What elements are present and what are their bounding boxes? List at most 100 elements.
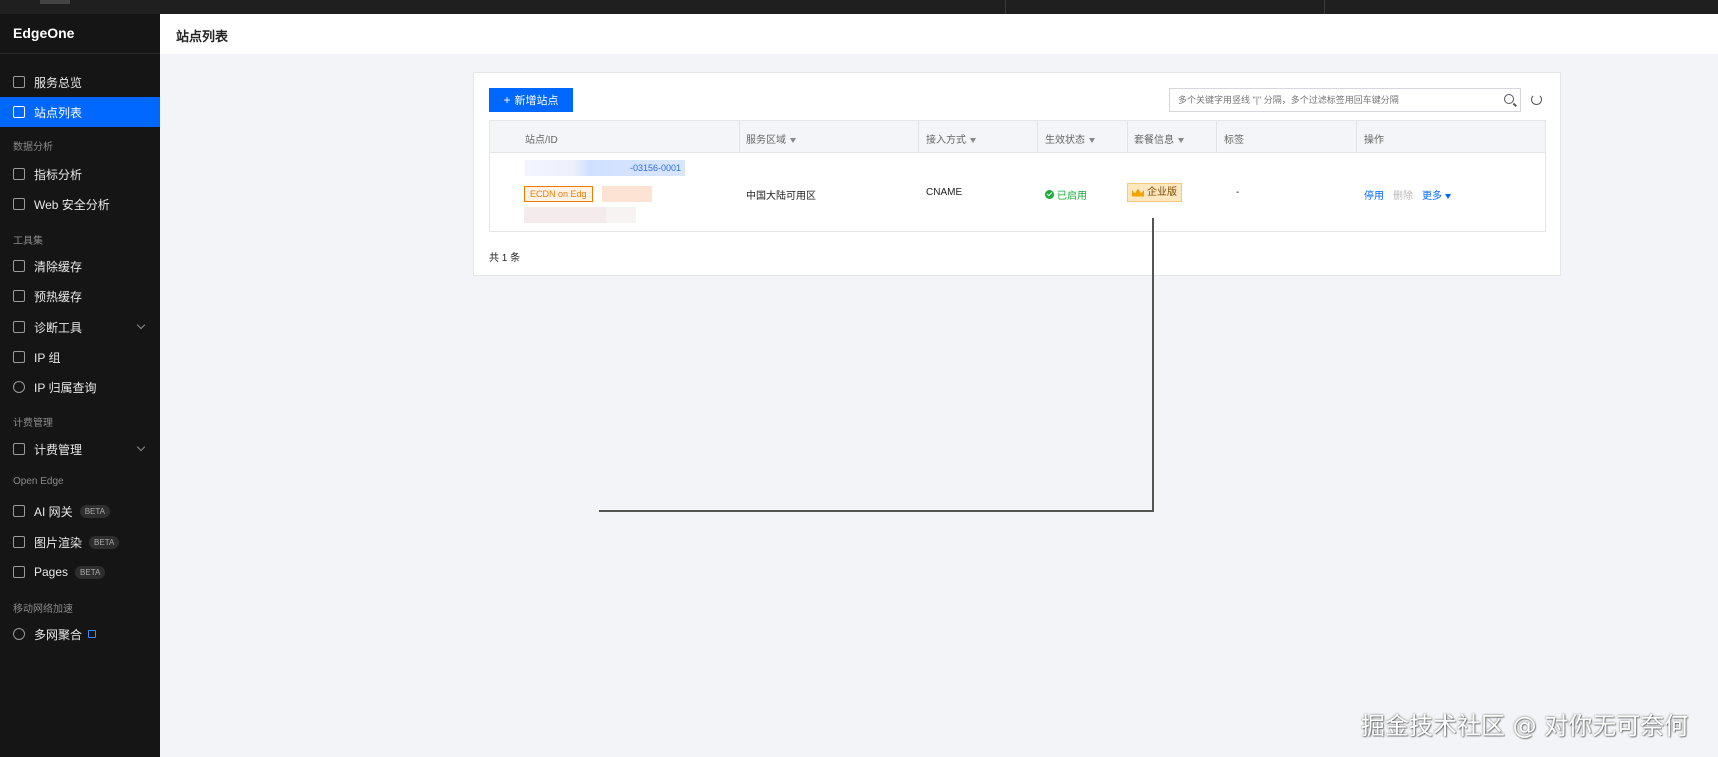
search-icon <box>13 381 25 393</box>
site-list-card: + 新增站点 站点/ID 服务区域 接入方式 生效状态 套餐信息 标签 操作 -… <box>473 72 1561 276</box>
top-divider <box>1005 0 1006 14</box>
site-id-link[interactable]: -03156-0001 <box>630 163 681 173</box>
page-header: 站点列表 <box>160 14 1718 54</box>
beta-badge: BETA <box>79 504 110 518</box>
status-badge: 已启用 <box>1045 187 1087 202</box>
chevron-down-icon <box>136 442 146 452</box>
sidebar-item-pages[interactable]: Pages BETA <box>0 557 160 587</box>
prefetch-icon <box>13 290 25 302</box>
column-divider <box>1356 121 1357 153</box>
sidebar-item-label: Pages <box>34 565 69 579</box>
sidebar-item-image-render[interactable]: 图片渲染 BETA <box>0 527 160 557</box>
sidebar-item-label: 服务总览 <box>34 75 83 90</box>
diagnose-icon <box>13 321 25 333</box>
top-tab[interactable] <box>40 0 70 4</box>
sidebar-item-web-security[interactable]: Web 安全分析 <box>0 189 160 219</box>
group-label-billing: 计费管理 <box>13 418 53 429</box>
sidebar-item-label: 图片渲染 <box>34 535 83 550</box>
beta-badge: BETA <box>75 565 106 579</box>
sidebar-item-metrics[interactable]: 指标分析 <box>0 159 160 189</box>
column-header-label: 套餐信息 <box>1134 135 1174 146</box>
sidebar-item-label: 清除缓存 <box>34 259 83 274</box>
sidebar-item-site-list[interactable]: 站点列表 <box>0 97 160 127</box>
image-icon <box>13 536 25 548</box>
disable-link[interactable]: 停用 <box>1364 187 1384 202</box>
sidebar-item-diagnose[interactable]: 诊断工具 <box>0 312 160 342</box>
plus-icon: + <box>503 93 511 107</box>
column-divider <box>1037 121 1038 153</box>
sidebar-item-label: 多网聚合 <box>34 627 83 642</box>
group-label-data-analysis: 数据分析 <box>13 142 53 153</box>
column-header-label: 生效状态 <box>1045 135 1085 146</box>
filter-icon[interactable] <box>1178 137 1184 143</box>
filter-icon[interactable] <box>970 137 976 143</box>
dashboard-icon <box>13 76 25 88</box>
column-header-region[interactable]: 服务区域 <box>746 131 796 146</box>
sidebar-item-ai-gateway[interactable]: AI 网关 BETA <box>0 496 160 526</box>
status-label: 已启用 <box>1057 191 1087 202</box>
sidebar-item-label: 诊断工具 <box>34 320 83 335</box>
ip-group-icon <box>13 351 25 363</box>
search-box <box>1169 88 1521 112</box>
filter-icon[interactable] <box>790 137 796 143</box>
group-label-tools: 工具集 <box>13 236 43 247</box>
redacted-block <box>524 207 606 223</box>
plan-label: 企业版 <box>1147 187 1177 198</box>
site-table: 站点/ID 服务区域 接入方式 生效状态 套餐信息 标签 操作 -03156-0… <box>489 120 1546 232</box>
column-header-access[interactable]: 接入方式 <box>926 131 976 146</box>
sidebar-item-ip-group[interactable]: IP 组 <box>0 342 160 372</box>
column-header-label: 操作 <box>1364 135 1384 146</box>
sidebar-item-ip-lookup[interactable]: IP 归属查询 <box>0 372 160 402</box>
sidebar-item-prefetch-cache[interactable]: 预热缓存 <box>0 281 160 311</box>
sidebar-item-multi-network[interactable]: 多网聚合 <box>0 619 160 649</box>
column-divider <box>739 121 740 153</box>
sidebar-item-billing[interactable]: 计费管理 <box>0 434 160 464</box>
beta-badge: BETA <box>89 535 120 549</box>
redacted-block <box>602 186 652 202</box>
check-circle-icon <box>1045 190 1054 199</box>
column-header-label: 标签 <box>1224 135 1244 146</box>
external-link-icon <box>88 630 97 638</box>
annotation-line-vertical <box>1152 218 1154 512</box>
sidebar-item-label: IP 归属查询 <box>34 380 97 395</box>
page-title: 站点列表 <box>176 29 229 44</box>
column-header-label: 服务区域 <box>746 135 786 146</box>
sidebar-item-overview[interactable]: 服务总览 <box>0 67 160 97</box>
top-divider <box>1324 0 1325 14</box>
purge-icon <box>13 260 25 272</box>
sidebar-item-label: 指标分析 <box>34 167 83 182</box>
column-header-plan[interactable]: 套餐信息 <box>1134 131 1184 146</box>
watermark: 掘金技术社区 @ 对你无可奈何 <box>1361 712 1689 740</box>
column-header-status[interactable]: 生效状态 <box>1045 131 1095 146</box>
search-icon[interactable] <box>1504 94 1514 104</box>
more-dropdown[interactable]: 更多 <box>1422 187 1451 202</box>
sidebar-item-label: IP 组 <box>34 350 61 365</box>
refresh-icon[interactable] <box>1531 94 1542 105</box>
brand-logo[interactable]: EdgeOne <box>0 14 160 54</box>
pages-icon <box>13 566 25 578</box>
column-header-label: 接入方式 <box>926 135 966 146</box>
caret-down-icon <box>1445 193 1451 199</box>
column-header-actions: 操作 <box>1364 131 1384 146</box>
group-label-open-edge: Open Edge <box>13 476 64 487</box>
region-cell: 中国大陆可用区 <box>746 191 816 202</box>
add-site-button[interactable]: + 新增站点 <box>489 88 573 112</box>
sidebar: EdgeOne 服务总览 站点列表 数据分析 指标分析 Web 安全分析 工具集… <box>0 14 160 757</box>
search-input[interactable] <box>1170 89 1490 111</box>
access-cell: CNAME <box>926 187 963 198</box>
filter-icon[interactable] <box>1089 137 1095 143</box>
list-icon <box>13 106 25 118</box>
network-icon <box>13 628 25 640</box>
delete-link[interactable]: 删除 <box>1393 187 1413 202</box>
column-divider <box>918 121 919 153</box>
sidebar-item-purge-cache[interactable]: 清除缓存 <box>0 251 160 281</box>
chart-icon <box>13 168 25 180</box>
redacted-block <box>606 207 636 223</box>
more-label: 更多 <box>1422 191 1442 202</box>
sidebar-item-label: 站点列表 <box>34 105 83 120</box>
row-actions: 停用 删除 更多 <box>1364 187 1451 202</box>
column-header-site: 站点/ID <box>525 131 558 146</box>
billing-icon <box>13 443 25 455</box>
plan-badge: 企业版 <box>1127 183 1182 202</box>
sidebar-item-label: 预热缓存 <box>34 289 83 304</box>
